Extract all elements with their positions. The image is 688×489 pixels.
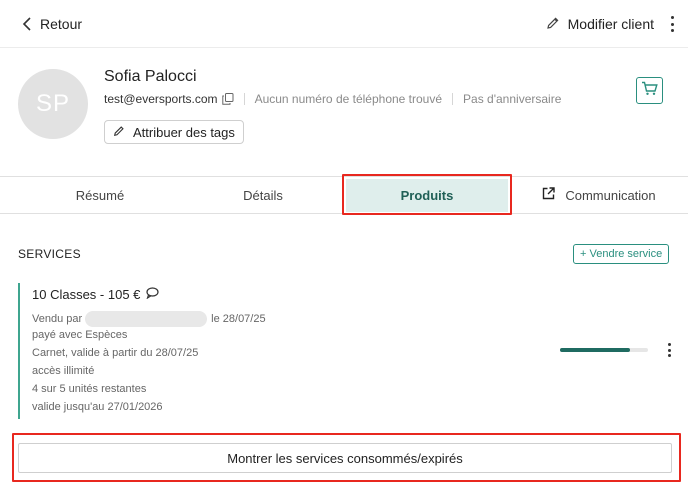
more-vertical-icon[interactable] <box>665 343 673 357</box>
sell-service-button[interactable]: + Vendre service <box>573 244 670 264</box>
customer-phone: Aucun numéro de téléphone trouvé <box>254 92 443 106</box>
show-consumed-services-button[interactable]: Montrer les services consommés/expirés <box>18 443 672 473</box>
services-heading: SERVICES <box>18 247 81 261</box>
customer-meta: test@eversports.com Aucun numéro de télé… <box>104 91 561 107</box>
units-line: 4 sur 5 unités restantes <box>32 383 147 395</box>
divider <box>243 93 245 105</box>
customer-name: Sofia Palocci <box>104 68 197 85</box>
profile-tabs: Résumé Détails Produits Communication <box>0 176 688 214</box>
external-link-icon <box>542 187 556 203</box>
customer-profile: SP Sofia Palocci test@eversports.com Auc… <box>0 49 688 176</box>
redacted-seller <box>85 311 208 327</box>
avatar: SP <box>18 69 88 139</box>
edit-customer-label: Modifier client <box>567 16 654 32</box>
payment-line: payé avec Espèces <box>32 329 128 341</box>
service-title: 10 Classes - 105 € <box>32 287 160 302</box>
comment-icon[interactable] <box>146 287 160 302</box>
edit-customer-button[interactable]: Modifier client <box>546 12 654 36</box>
service-title-text: 10 Classes - 105 € <box>32 287 141 302</box>
validity-start-line: Carnet, valide à partir du 28/07/25 <box>32 347 199 359</box>
service-card: 10 Classes - 105 € Vendu par le 28/07/25… <box>18 283 673 419</box>
back-label: Retour <box>40 16 83 32</box>
cart-button[interactable] <box>636 77 663 104</box>
tab-communication[interactable]: Communication <box>510 177 688 213</box>
usage-progress-fill <box>560 348 631 352</box>
sold-by-line: Vendu par le 28/07/25 <box>32 311 266 327</box>
customer-birthday: Pas d'anniversaire <box>463 92 562 106</box>
divider <box>452 93 454 105</box>
assign-tags-button[interactable]: Attribuer des tags <box>104 120 244 144</box>
copy-icon[interactable] <box>221 93 234 105</box>
valid-until-line: valide jusqu'au 27/01/2026 <box>32 401 163 413</box>
tab-products[interactable]: Produits <box>346 179 508 212</box>
tab-details[interactable]: Détails <box>163 177 363 213</box>
sold-by-prefix: Vendu par <box>32 313 83 325</box>
sold-on-date: le 28/07/25 <box>211 313 266 325</box>
pencil-icon <box>546 16 560 33</box>
assign-tags-label: Attribuer des tags <box>133 124 235 140</box>
tab-communication-label: Communication <box>565 187 656 203</box>
customer-email: test@eversports.com <box>104 92 218 106</box>
usage-progress-bar <box>560 348 648 352</box>
top-bar: Retour Modifier client <box>0 0 688 48</box>
cart-icon <box>641 81 658 101</box>
access-line: accès illimité <box>32 365 95 377</box>
pencil-icon <box>113 125 125 140</box>
chevron-left-icon <box>22 17 32 31</box>
more-vertical-icon[interactable] <box>668 14 676 34</box>
back-button[interactable]: Retour <box>22 12 82 36</box>
